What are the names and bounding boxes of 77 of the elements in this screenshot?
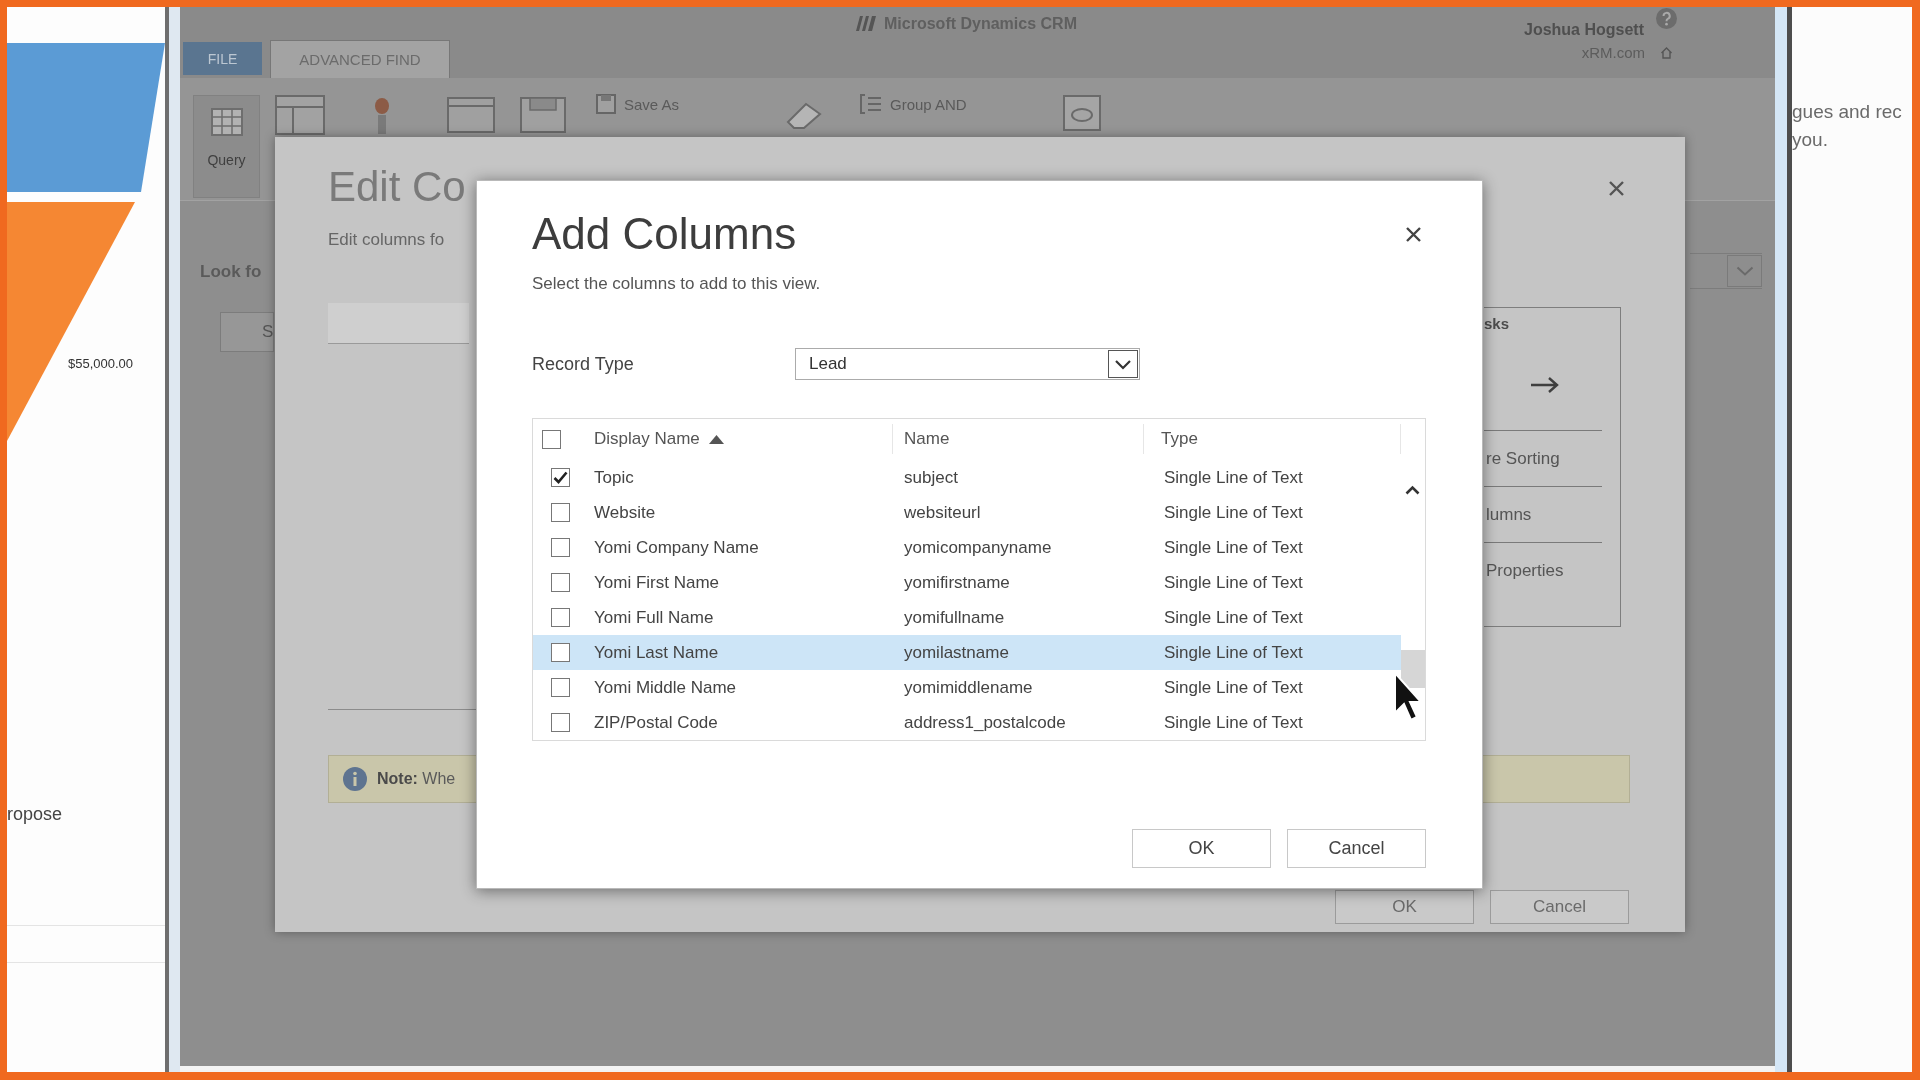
table-cell: subject — [904, 467, 958, 488]
field-label: Record Type — [532, 353, 635, 375]
record-type-select[interactable]: Lead — [795, 348, 1140, 380]
table-cell: Yomi Company Name — [594, 537, 759, 558]
scrollbar-thumb[interactable] — [1401, 650, 1425, 688]
dialog-button[interactable]: Cancel — [1287, 829, 1426, 868]
table-cell: yomimiddlename — [904, 677, 1033, 698]
table-row[interactable]: ZIP/Postal Code address1_postalcode Single Line of Text — [533, 705, 1401, 740]
task-link[interactable]: lumns — [1486, 504, 1532, 525]
dialog-title: Add Columns — [532, 208, 797, 260]
table-cell: Single Line of Text — [1164, 677, 1303, 698]
text-fragment: gues and rec — [1792, 100, 1902, 124]
text-fragment: you. — [1792, 128, 1828, 152]
row-checkbox[interactable] — [551, 608, 570, 627]
row-checkbox[interactable] — [551, 643, 570, 662]
select-all-checkbox[interactable] — [542, 429, 561, 449]
table-cell: Single Line of Text — [1164, 642, 1303, 663]
chevron-down-icon — [1114, 358, 1132, 370]
info-icon — [343, 767, 367, 791]
note-text: Note: Whe — [377, 770, 456, 788]
arrow-right-icon[interactable] — [1530, 376, 1560, 394]
chevron-down-icon — [1735, 266, 1754, 276]
column-header[interactable]: Display Name — [585, 424, 893, 454]
dropdown-field[interactable] — [1690, 253, 1762, 289]
table-cell: yomifirstname — [904, 572, 1010, 593]
chart-value-label: $55,000.00 — [68, 356, 134, 371]
table-cell: Website — [594, 502, 656, 523]
dialog-button[interactable]: OK — [1132, 829, 1271, 868]
task-link[interactable]: Properties — [1486, 560, 1564, 581]
table-row[interactable]: Yomi First Name yomifirstname Single Line of Text — [533, 565, 1401, 600]
table-cell: websiteurl — [904, 502, 981, 523]
close-icon[interactable] — [1608, 180, 1625, 197]
panel-heading: sks — [1484, 315, 1510, 333]
row-checkbox[interactable] — [551, 573, 570, 592]
table-cell: ZIP/Postal Code — [594, 712, 718, 733]
table-grid-icon — [210, 108, 243, 136]
table-cell: Single Line of Text — [1164, 537, 1303, 558]
table-cell: Single Line of Text — [1164, 502, 1303, 523]
row-checkbox[interactable] — [551, 713, 570, 732]
table-cell: Yomi First Name — [594, 572, 719, 593]
row-checkbox[interactable] — [551, 468, 570, 487]
table-cell: Single Line of Text — [1164, 467, 1303, 488]
column-header[interactable]: Name — [893, 424, 1144, 454]
table-cell: Single Line of Text — [1164, 572, 1303, 593]
table-row[interactable]: Yomi Full Name yomifullname Single Line of Text — [533, 600, 1401, 635]
table-cell: yomicompanyname — [904, 537, 1052, 558]
document-icon[interactable] — [1060, 95, 1104, 131]
table-cell: address1_postalcode — [904, 712, 1066, 733]
table-cell: Yomi Middle Name — [594, 677, 737, 698]
table-row[interactable]: Yomi Last Name yomilastname Single Line of Text — [533, 635, 1401, 670]
logo-icon — [856, 16, 877, 31]
table-cell: yomifullname — [904, 607, 1005, 628]
eraser-icon[interactable] — [784, 100, 824, 130]
task-link[interactable]: re Sorting — [1486, 448, 1560, 469]
table-row[interactable]: Yomi Company Name yomicompanyname Single Line of Text — [533, 530, 1401, 565]
table-cell: Single Line of Text — [1164, 712, 1303, 733]
text-fragment: ropose — [7, 803, 63, 825]
row-checkbox[interactable] — [551, 678, 570, 697]
table-cell: Single Line of Text — [1164, 607, 1303, 628]
table-cell: Yomi Last Name — [594, 642, 719, 663]
table-row[interactable]: Website websiteurl Single Line of Text — [533, 495, 1401, 530]
help-icon[interactable] — [1656, 8, 1677, 29]
row-checkbox[interactable] — [551, 538, 570, 557]
row-checkbox[interactable] — [551, 503, 570, 522]
window-icon[interactable] — [447, 97, 495, 133]
table-cell: yomilastname — [904, 642, 1009, 663]
table-icon[interactable] — [275, 95, 325, 135]
close-icon[interactable] — [1405, 225, 1422, 243]
column-header[interactable]: Type — [1144, 424, 1401, 454]
table-row[interactable]: Topic subject Single Line of Text — [533, 460, 1401, 495]
dialog-subtitle: Edit columns fo — [328, 229, 445, 251]
dialog-subtitle: Select the columns to add to this view. — [532, 273, 821, 295]
dialog-title: Edit Co — [328, 162, 466, 212]
list-bracket-icon — [860, 94, 882, 114]
caret-up-icon[interactable] — [1405, 485, 1420, 495]
table-cell: Yomi Full Name — [594, 607, 714, 628]
table-cell: Topic — [594, 467, 634, 488]
